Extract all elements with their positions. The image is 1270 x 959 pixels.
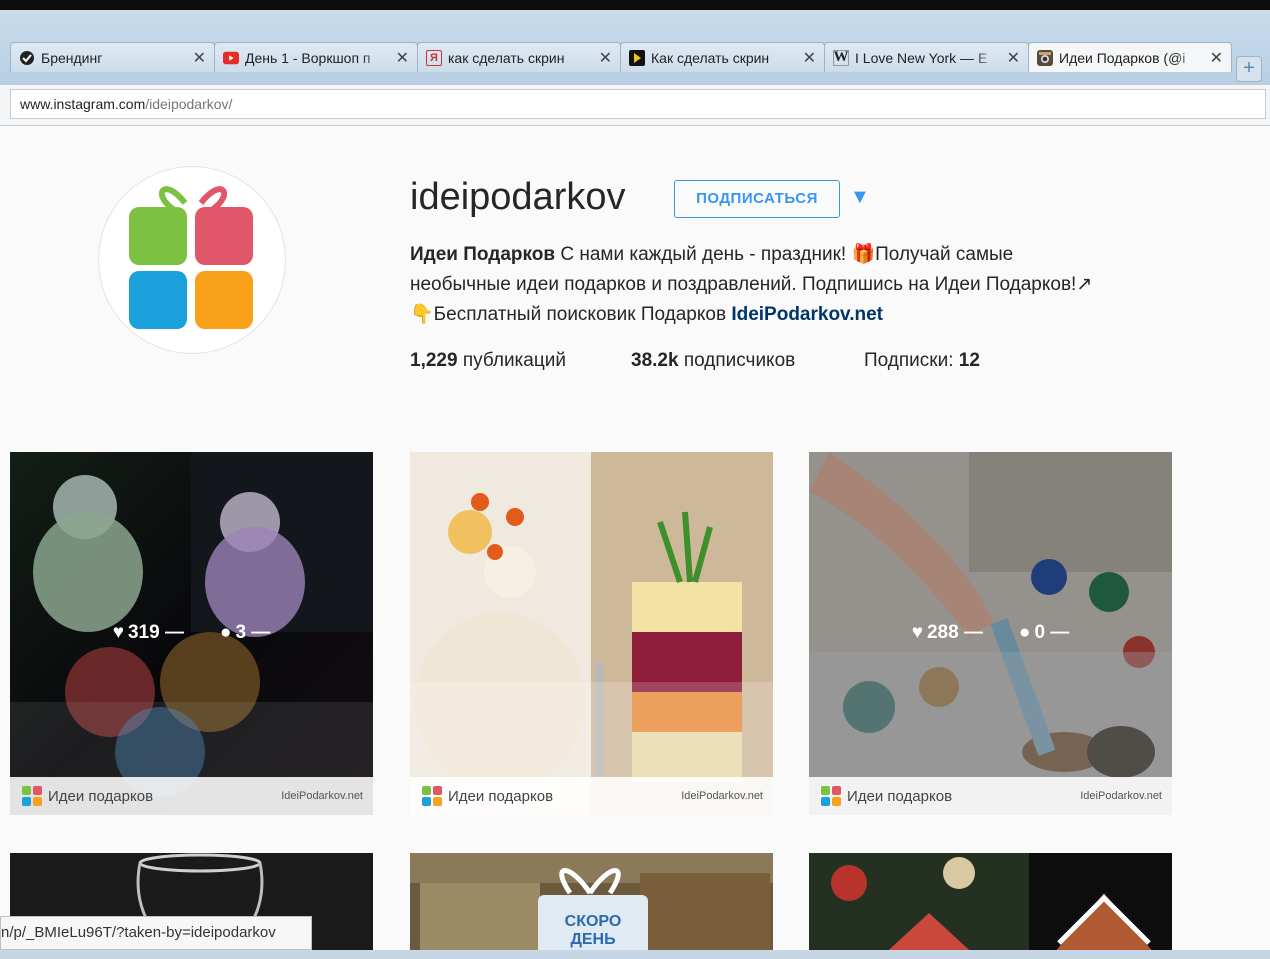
following-count[interactable]: Подписки: 12 <box>864 350 980 372</box>
watermark-brand: Идеи подарков <box>847 787 953 805</box>
post-thumbnail[interactable]: ♥ 319 — ● 3 — Идеи подарков IdeiPodarkov.ne… <box>10 452 373 815</box>
watermark-site: IdeiPodarkov.net <box>1080 790 1162 802</box>
post-thumbnail[interactable]: СКОРО ДЕНЬ <box>410 853 773 959</box>
tab-branding[interactable]: Брендинг ✕ <box>10 42 215 72</box>
url-path: /ideipodarkov/ <box>145 96 233 112</box>
tab-bar: Брендинг ✕ День 1 - Воркшоп п ✕ Я как сд… <box>0 10 1270 85</box>
profile-bio: Идеи Подарков С нами каждый день - празд… <box>410 240 1170 330</box>
watermark-bar: Идеи подарков IdeiPodarkov.net <box>410 777 773 815</box>
bio-name: Идеи Подарков <box>410 244 556 265</box>
likes-count: 319 — <box>127 622 184 643</box>
post-thumbnail[interactable]: ♥ 288 — ● 0 — Идеи подарков IdeiPodarkov.ne… <box>809 452 1172 815</box>
tab-title: Идеи Подарков (@i <box>1059 49 1186 66</box>
post-thumbnail[interactable]: Идеи подарков IdeiPodarkov.net <box>410 452 773 815</box>
window-frame <box>0 0 1270 10</box>
bio-link[interactable]: IdeiPodarkov.net <box>731 304 883 325</box>
likes-count: 288 — <box>926 622 983 643</box>
tab-title: Как сделать скрин <box>651 49 770 66</box>
watermark-bar: Идеи подарков IdeiPodarkov.net <box>809 777 1172 815</box>
followers-count-value: 38.2k <box>631 350 679 371</box>
close-icon[interactable]: ✕ <box>803 48 816 68</box>
status-bar-link: n/p/_BMIeLu96T/?taken-by=ideipodarkov <box>0 916 312 950</box>
tab-instagram[interactable]: Идеи Подарков (@i ✕ <box>1028 42 1232 72</box>
follow-button[interactable]: ПОДПИСАТЬСЯ <box>674 180 840 218</box>
play-icon <box>629 49 645 66</box>
comment-icon: ● <box>1018 622 1031 643</box>
address-bar: www.instagram.com/ideipodarkov/ <box>0 85 1270 126</box>
teaser-text: СКОРО ДЕНЬ <box>564 913 622 948</box>
following-count-label: Подписки: <box>864 350 959 371</box>
close-icon[interactable]: ✕ <box>396 48 409 68</box>
post-image <box>831 853 1172 959</box>
tab-title: I Love New York — E <box>855 49 988 66</box>
tab-yandex[interactable]: Я как сделать скрин ✕ <box>417 42 621 72</box>
posts-count-label: публикаций <box>457 350 566 371</box>
post-thumbnail[interactable] <box>809 853 1172 959</box>
post-image <box>410 452 773 815</box>
profile-username: ideipodarkov <box>410 176 626 218</box>
dropdown-arrow-icon[interactable]: ▼ <box>850 186 870 209</box>
posts-count: 1,229 публикаций <box>410 350 566 372</box>
comment-icon: ● <box>219 622 232 643</box>
bio-line-3: 👇Бесплатный поисковик Подарков <box>410 304 732 325</box>
tab-title: как сделать скрин <box>448 49 565 66</box>
gift-logo-icon <box>22 786 42 806</box>
instagram-icon <box>1037 49 1053 66</box>
close-icon[interactable]: ✕ <box>1007 48 1020 68</box>
comments-count: 3 — <box>235 622 271 643</box>
tab-play[interactable]: Как сделать скрин ✕ <box>620 42 825 72</box>
wikipedia-icon: W <box>833 49 849 66</box>
followers-count-label: подписчиков <box>678 350 796 371</box>
avatar[interactable] <box>98 166 286 354</box>
gift-logo-icon <box>821 786 841 806</box>
post-stats: ♥ 288 — ● 0 — <box>809 622 1172 644</box>
comments-count: 0 — <box>1034 622 1070 643</box>
followers-count[interactable]: 38.2k подписчиков <box>631 350 795 372</box>
posts-count-value: 1,229 <box>410 350 458 371</box>
tab-wikipedia[interactable]: W I Love New York — E ✕ <box>824 42 1029 72</box>
url-domain: www.instagram.com <box>20 96 146 112</box>
yandex-icon: Я <box>426 49 442 66</box>
gift-logo-icon <box>129 186 253 329</box>
window-bottom-edge <box>0 950 1270 959</box>
watermark-brand: Идеи подарков <box>448 787 554 805</box>
new-tab-button[interactable]: + <box>1236 56 1262 82</box>
post-stats: ♥ 319 — ● 3 — <box>10 622 373 644</box>
tab-youtube[interactable]: День 1 - Воркшоп п ✕ <box>214 42 418 72</box>
url-field[interactable]: www.instagram.com/ideipodarkov/ <box>10 89 1266 119</box>
youtube-icon <box>223 50 239 66</box>
watermark-site: IdeiPodarkov.net <box>281 790 363 802</box>
heart-icon: ♥ <box>911 622 923 643</box>
bio-line-1: С нами каждый день - праздник! 🎁Получай … <box>555 244 1014 265</box>
watermark-bar: Идеи подарков IdeiPodarkov.net <box>10 777 373 815</box>
tab-title: Брендинг <box>41 49 103 66</box>
watermark-brand: Идеи подарков <box>48 787 154 805</box>
heart-icon: ♥ <box>112 622 124 643</box>
close-icon[interactable]: ✕ <box>193 48 206 68</box>
bio-line-2: необычные идеи подарков и поздравлений. … <box>410 274 1093 295</box>
watermark-site: IdeiPodarkov.net <box>681 790 763 802</box>
gift-logo-icon <box>422 786 442 806</box>
close-icon[interactable]: ✕ <box>599 48 612 68</box>
following-count-value: 12 <box>958 350 980 371</box>
tab-branding-icon <box>19 50 35 66</box>
close-icon[interactable]: ✕ <box>1210 48 1223 68</box>
tab-title: День 1 - Воркшоп п <box>245 49 371 66</box>
instagram-profile-page: ideipodarkov ПОДПИСАТЬСЯ ▼ Идеи Подарков… <box>0 126 1270 959</box>
